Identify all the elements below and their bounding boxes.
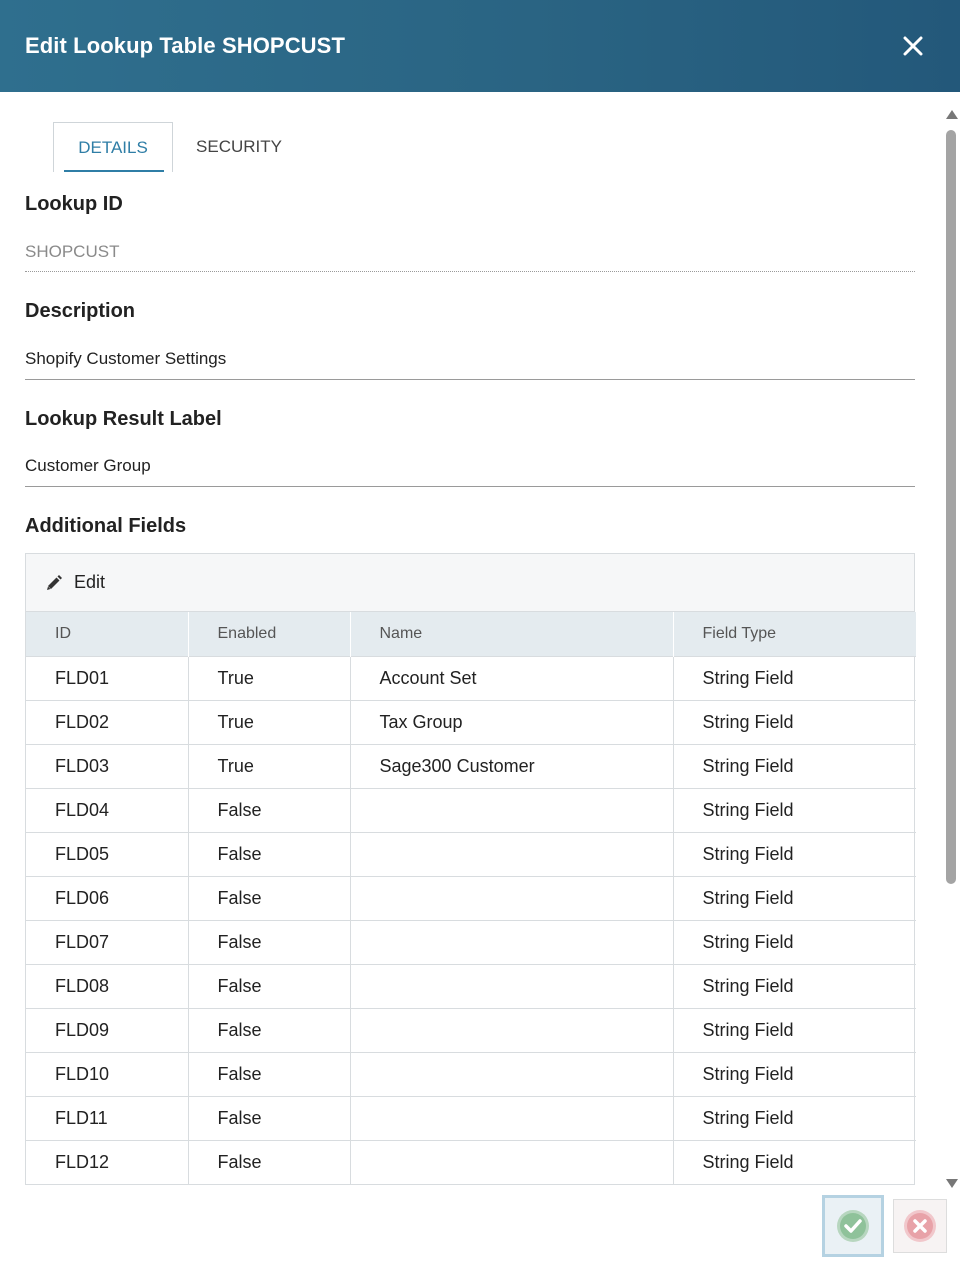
cell-name xyxy=(350,787,674,832)
table-header-row: ID Enabled Name Field Type xyxy=(26,612,916,656)
cell-name xyxy=(350,1139,674,1184)
tab-security[interactable]: SECURITY xyxy=(173,122,305,172)
cell-enabled: False xyxy=(188,875,351,920)
cell-enabled: False xyxy=(188,1007,351,1052)
scroll-up-arrow-icon[interactable] xyxy=(946,110,958,119)
table-row[interactable]: FLD07 False String Field xyxy=(26,919,916,964)
table-row[interactable]: FLD06 False String Field xyxy=(26,875,916,920)
lookup-id-value: SHOPCUST xyxy=(25,242,120,261)
table-body: FLD01 True Account Set String Field FLD02 Tru… xyxy=(26,655,916,1184)
description-input[interactable]: Shopify Customer Settings xyxy=(25,349,226,369)
cancel-button[interactable] xyxy=(893,1199,947,1253)
cell-id: FLD02 xyxy=(26,699,189,744)
table-row[interactable]: FLD12 False String Field xyxy=(26,1139,916,1184)
cell-field-type: String Field xyxy=(673,1095,916,1140)
additional-fields-grid: Edit ID Enabled Name Field Type FLD01 Tru… xyxy=(25,553,916,1185)
cell-field-type: String Field xyxy=(673,875,916,920)
vertical-scrollbar[interactable] xyxy=(944,110,958,1188)
fields-table: ID Enabled Name Field Type FLD01 True Acco… xyxy=(26,612,916,1184)
table-row[interactable]: FLD05 False String Field xyxy=(26,831,916,876)
result-label-input[interactable]: Customer Group xyxy=(25,456,151,476)
table-row[interactable]: FLD01 True Account Set String Field xyxy=(26,655,916,700)
table-row[interactable]: FLD08 False String Field xyxy=(26,963,916,1008)
table-row[interactable]: FLD10 False String Field xyxy=(26,1051,916,1096)
cell-id: FLD01 xyxy=(26,655,189,700)
pencil-icon xyxy=(47,574,62,590)
result-label-underline xyxy=(25,486,915,487)
scrollbar-thumb[interactable] xyxy=(946,130,956,884)
cell-id: FLD11 xyxy=(26,1095,189,1140)
description-underline xyxy=(25,379,915,380)
cell-name: Tax Group xyxy=(350,699,674,744)
result-label-label: Lookup Result Label xyxy=(25,408,222,430)
ok-button[interactable] xyxy=(822,1195,884,1257)
cell-id: FLD03 xyxy=(26,743,189,788)
cell-name xyxy=(350,963,674,1008)
cell-id: FLD04 xyxy=(26,787,189,832)
cell-field-type: String Field xyxy=(673,963,916,1008)
cell-field-type: String Field xyxy=(673,919,916,964)
cell-name: Sage300 Customer xyxy=(350,743,674,788)
cell-id: FLD09 xyxy=(26,1007,189,1052)
cell-field-type: String Field xyxy=(673,1051,916,1096)
cell-field-type: String Field xyxy=(673,655,916,700)
table-row[interactable]: FLD03 True Sage300 Customer String Field xyxy=(26,743,916,788)
table-row[interactable]: FLD11 False String Field xyxy=(26,1095,916,1140)
table-row[interactable]: FLD02 True Tax Group String Field xyxy=(26,699,916,744)
cell-enabled: False xyxy=(188,787,351,832)
cell-name: Account Set xyxy=(350,655,674,700)
dialog-body[interactable]: DETAILS SECURITY Lookup ID SHOPCUST Desc… xyxy=(0,92,960,1187)
close-button[interactable] xyxy=(899,32,927,60)
cell-field-type: String Field xyxy=(673,743,916,788)
cell-id: FLD05 xyxy=(26,831,189,876)
cell-enabled: False xyxy=(188,963,351,1008)
column-header-name[interactable]: Name xyxy=(350,612,674,656)
cell-enabled: True xyxy=(188,655,351,700)
cell-field-type: String Field xyxy=(673,1007,916,1052)
cell-id: FLD10 xyxy=(26,1051,189,1096)
cell-field-type: String Field xyxy=(673,787,916,832)
check-icon xyxy=(837,1210,869,1242)
description-label: Description xyxy=(25,300,136,322)
scroll-down-arrow-icon[interactable] xyxy=(946,1179,958,1188)
cell-id: FLD08 xyxy=(26,963,189,1008)
dialog-title: Edit Lookup Table SHOPCUST xyxy=(25,33,345,58)
grid-edit-button[interactable]: Edit xyxy=(26,554,914,612)
additional-fields-label: Additional Fields xyxy=(25,515,187,537)
cell-name xyxy=(350,1051,674,1096)
cell-name xyxy=(350,919,674,964)
column-header-id[interactable]: ID xyxy=(26,612,189,656)
column-header-field-type[interactable]: Field Type xyxy=(673,612,916,656)
table-row[interactable]: FLD04 False String Field xyxy=(26,787,916,832)
cell-name xyxy=(350,875,674,920)
cell-enabled: False xyxy=(188,1051,351,1096)
lookup-id-underline xyxy=(25,271,915,272)
column-header-enabled[interactable]: Enabled xyxy=(188,612,351,656)
cell-field-type: String Field xyxy=(673,699,916,744)
cell-enabled: False xyxy=(188,919,351,964)
cell-enabled: False xyxy=(188,831,351,876)
cell-enabled: False xyxy=(188,1095,351,1140)
x-icon xyxy=(904,1210,936,1242)
cell-name xyxy=(350,1095,674,1140)
lookup-id-label: Lookup ID xyxy=(25,193,123,215)
edit-label: Edit xyxy=(74,572,106,592)
tab-details[interactable]: DETAILS xyxy=(53,122,173,172)
tab-bar: DETAILS SECURITY xyxy=(53,122,305,172)
cell-name xyxy=(350,1007,674,1052)
cell-name xyxy=(350,831,674,876)
cell-enabled: False xyxy=(188,1139,351,1184)
dialog-header: Edit Lookup Table SHOPCUST xyxy=(0,0,960,92)
table-row[interactable]: FLD09 False String Field xyxy=(26,1007,916,1052)
cell-field-type: String Field xyxy=(673,1139,916,1184)
cell-enabled: True xyxy=(188,743,351,788)
close-icon xyxy=(903,36,923,56)
cell-id: FLD06 xyxy=(26,875,189,920)
cell-field-type: String Field xyxy=(673,831,916,876)
cell-id: FLD07 xyxy=(26,919,189,964)
cell-enabled: True xyxy=(188,699,351,744)
cell-id: FLD12 xyxy=(26,1139,189,1184)
